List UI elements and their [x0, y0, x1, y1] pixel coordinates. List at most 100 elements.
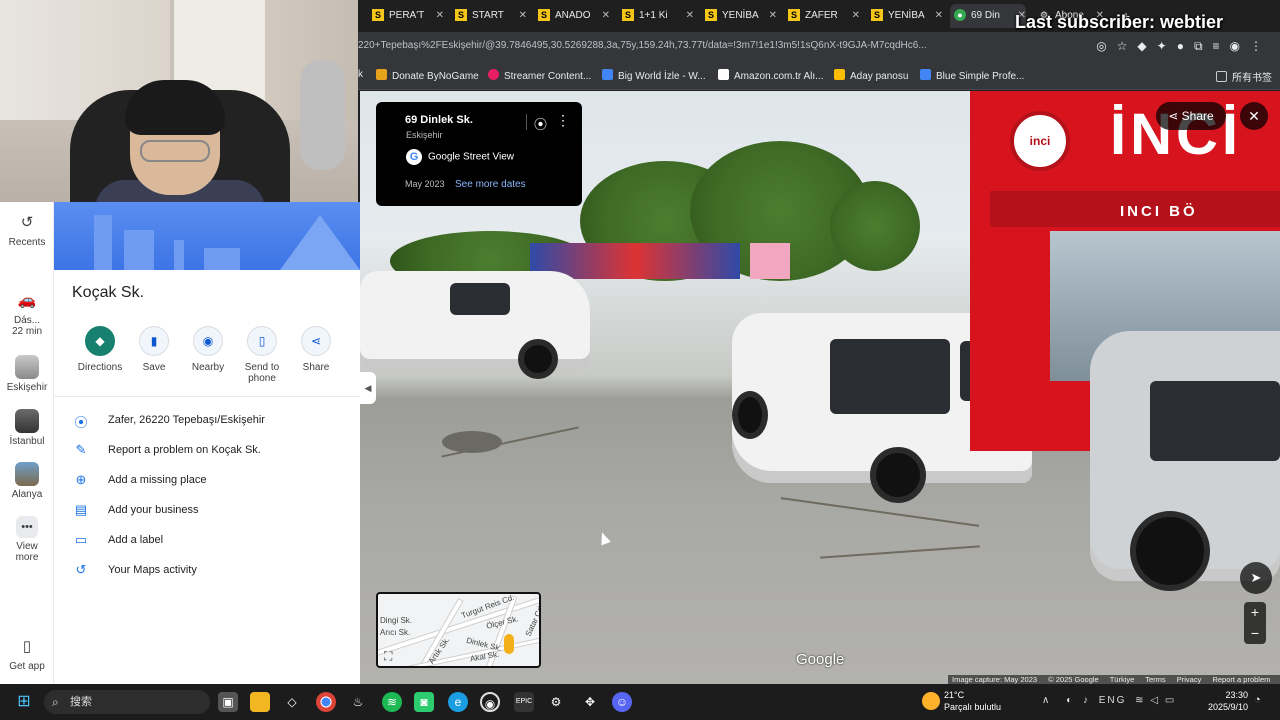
- edge-icon[interactable]: e: [448, 692, 468, 712]
- address-bar[interactable]: 220+Tepebaşı%2FEskişehir/@39.7846495,30.…: [358, 32, 1280, 62]
- zoom-in-button[interactable]: +: [1244, 602, 1266, 623]
- close-tab-icon[interactable]: ✕: [602, 4, 610, 28]
- tab-favicon: S: [372, 9, 384, 22]
- close-tab-icon[interactable]: ✕: [686, 4, 694, 28]
- toolbar-icons[interactable]: ◎☆◆✦●⧉≡◉⋮: [1096, 39, 1272, 54]
- chevron-up-icon[interactable]: ∧: [1042, 695, 1051, 706]
- more-options-icon[interactable]: ⋮: [556, 112, 570, 129]
- maps-activity-row[interactable]: ↺ Your Maps activity: [72, 560, 352, 584]
- tab[interactable]: S 1+1 Ki ✕: [618, 4, 694, 28]
- place-panel: Koçak Sk. ◆ Directions ▮ Save ◉ Nearby ▯…: [54, 202, 360, 684]
- windows-start-icon[interactable]: ⊞: [14, 692, 34, 712]
- map-footer: Image capture: May 2023 © 2025 Google Tü…: [948, 675, 1280, 684]
- location-title: 69 Dinlek Sk.: [405, 114, 473, 126]
- obs-icon[interactable]: ◉: [480, 692, 500, 712]
- wifi-icon[interactable]: ≋: [1135, 695, 1145, 706]
- region-link[interactable]: Türkiye: [1110, 675, 1135, 684]
- bookmark[interactable]: Streamer Content...: [488, 69, 591, 82]
- close-tab-icon[interactable]: ✕: [436, 4, 444, 28]
- directions-button[interactable]: ◆ Directions: [72, 326, 128, 373]
- app-icon[interactable]: ✥: [580, 692, 600, 712]
- add-business-row[interactable]: ▤ Add your business: [72, 500, 352, 524]
- close-tab-icon[interactable]: ✕: [769, 4, 777, 28]
- zoom-controls: + −: [1244, 602, 1266, 644]
- microphone-icon[interactable]: ♪: [1083, 695, 1090, 706]
- notification-icon[interactable]: ◔: [1254, 694, 1261, 706]
- get-app-button[interactable]: ▯ Get app: [0, 636, 54, 672]
- tab[interactable]: S ANADO ✕: [534, 4, 610, 28]
- battery-icon[interactable]: ▭: [1165, 695, 1176, 706]
- bookmark[interactable]: Amazon.com.tr Alı...: [718, 69, 823, 82]
- bookmark-favicon-icon: [376, 69, 387, 80]
- tab-favicon: S: [788, 9, 800, 22]
- tab[interactable]: S YENİBA ✕: [867, 4, 943, 28]
- zoom-out-button[interactable]: −: [1244, 623, 1266, 644]
- nearby-button[interactable]: ◉ Nearby: [180, 326, 236, 373]
- location-pin-icon[interactable]: ⦿: [534, 114, 547, 133]
- collapse-panel-button[interactable]: ◀: [360, 372, 376, 404]
- place-title: Koçak Sk.: [72, 284, 145, 301]
- app-icon[interactable]: ◇: [282, 692, 302, 712]
- add-missing-place-row[interactable]: ⊕ Add a missing place: [72, 470, 352, 494]
- add-label-row[interactable]: ▭ Add a label: [72, 530, 352, 554]
- spotify-icon[interactable]: ≋: [382, 692, 402, 712]
- bookmark[interactable]: Blue Simple Profe...: [920, 69, 1024, 82]
- street-view-share-button[interactable]: ⋖ Share: [1156, 102, 1226, 130]
- send-to-phone-button[interactable]: ▯ Send to phone: [234, 326, 290, 384]
- rail-place-eskisehir[interactable]: Eskişehir: [0, 355, 54, 393]
- tray-app-icon[interactable]: ◐: [1066, 695, 1074, 706]
- taskbar-search[interactable]: ⌕ 搜索: [44, 690, 210, 714]
- rail-recents[interactable]: ↺ Recents: [0, 212, 54, 248]
- weather-widget[interactable]: 21°C Parçalı bulutlu: [944, 689, 1001, 713]
- system-clock[interactable]: 23:30 2025/9/10: [1206, 689, 1248, 713]
- report-problem-link[interactable]: Report a problem: [1212, 675, 1270, 684]
- bookmark[interactable]: Aday panosu: [834, 69, 908, 82]
- see-more-dates-link[interactable]: See more dates: [455, 179, 526, 190]
- divider: [54, 396, 360, 397]
- settings-app-icon[interactable]: ⚙: [546, 692, 566, 712]
- close-street-view-button[interactable]: ✕: [1240, 102, 1268, 130]
- close-tab-icon[interactable]: ✕: [852, 4, 860, 28]
- bookmark[interactable]: k: [358, 69, 363, 80]
- discord-icon[interactable]: ☺: [612, 692, 632, 712]
- tab[interactable]: S ZAFER ✕: [784, 4, 860, 28]
- save-button[interactable]: ▮ Save: [126, 326, 182, 373]
- file-explorer-icon[interactable]: [250, 692, 270, 712]
- chrome-icon[interactable]: [316, 692, 336, 712]
- rail-directions-recent[interactable]: 🚗 Dás... 22 min: [0, 290, 54, 337]
- bookmark[interactable]: Big World İzle - W...: [602, 69, 706, 82]
- mini-map[interactable]: Dingi Sk. Arıcı Sk. Turgut Reis Cd. Ölçe…: [376, 592, 541, 668]
- bookmark-favicon-icon: [602, 69, 613, 80]
- all-bookmarks-folder[interactable]: 所有书签: [1216, 69, 1272, 84]
- rail-view-more[interactable]: ••• View more: [0, 516, 54, 563]
- tab[interactable]: S YENİBA ✕: [701, 4, 777, 28]
- tab[interactable]: S START ✕: [451, 4, 527, 28]
- chat-app-icon[interactable]: ◙: [414, 692, 434, 712]
- expand-icon[interactable]: ⛶: [384, 649, 392, 664]
- system-tray[interactable]: ∧ ◐ ♪ ENG ≋ ◁ ▭: [1042, 695, 1176, 706]
- tab[interactable]: S PERA'T ✕: [368, 4, 444, 28]
- epic-games-icon[interactable]: EPIC: [514, 692, 534, 712]
- close-tab-icon[interactable]: ✕: [935, 4, 943, 28]
- task-view-icon[interactable]: ▣: [218, 692, 238, 712]
- terms-link[interactable]: Terms: [1145, 675, 1165, 684]
- history-icon: ↺: [75, 562, 87, 577]
- close-tab-icon[interactable]: ✕: [519, 4, 527, 28]
- windows-taskbar: ⊞ ⌕ 搜索 ▣ ◇ ♨ ≋ ◙ e ◉ EPIC ⚙ ✥ ☺ 21°C Parç…: [0, 684, 1280, 720]
- bookmark-icon: ▮: [139, 326, 169, 356]
- steam-icon[interactable]: ♨: [348, 692, 368, 712]
- language-indicator[interactable]: ENG: [1099, 695, 1127, 706]
- url-text[interactable]: 220+Tepebaşı%2FEskişehir/@39.7846495,30.…: [358, 40, 927, 51]
- pegman-icon[interactable]: [504, 634, 514, 654]
- rail-place-alanya[interactable]: Alanya: [0, 462, 54, 500]
- share-button[interactable]: ⋖ Share: [288, 326, 344, 373]
- report-problem-row[interactable]: ✎ Report a problem on Koçak Sk.: [72, 440, 352, 464]
- rail-place-istanbul[interactable]: İstanbul: [0, 409, 54, 447]
- bookmarks-bar: k Donate ByNoGame Streamer Content... Bi…: [358, 62, 1280, 90]
- bookmark[interactable]: Donate ByNoGame: [376, 69, 479, 82]
- nearby-icon: ◉: [193, 326, 223, 356]
- privacy-link[interactable]: Privacy: [1177, 675, 1202, 684]
- address-row[interactable]: ⦿ Zafer, 26220 Tepebaşı/Eskişehir: [72, 410, 352, 434]
- volume-icon[interactable]: ◁: [1150, 695, 1160, 706]
- compass-icon[interactable]: ➤: [1240, 562, 1272, 594]
